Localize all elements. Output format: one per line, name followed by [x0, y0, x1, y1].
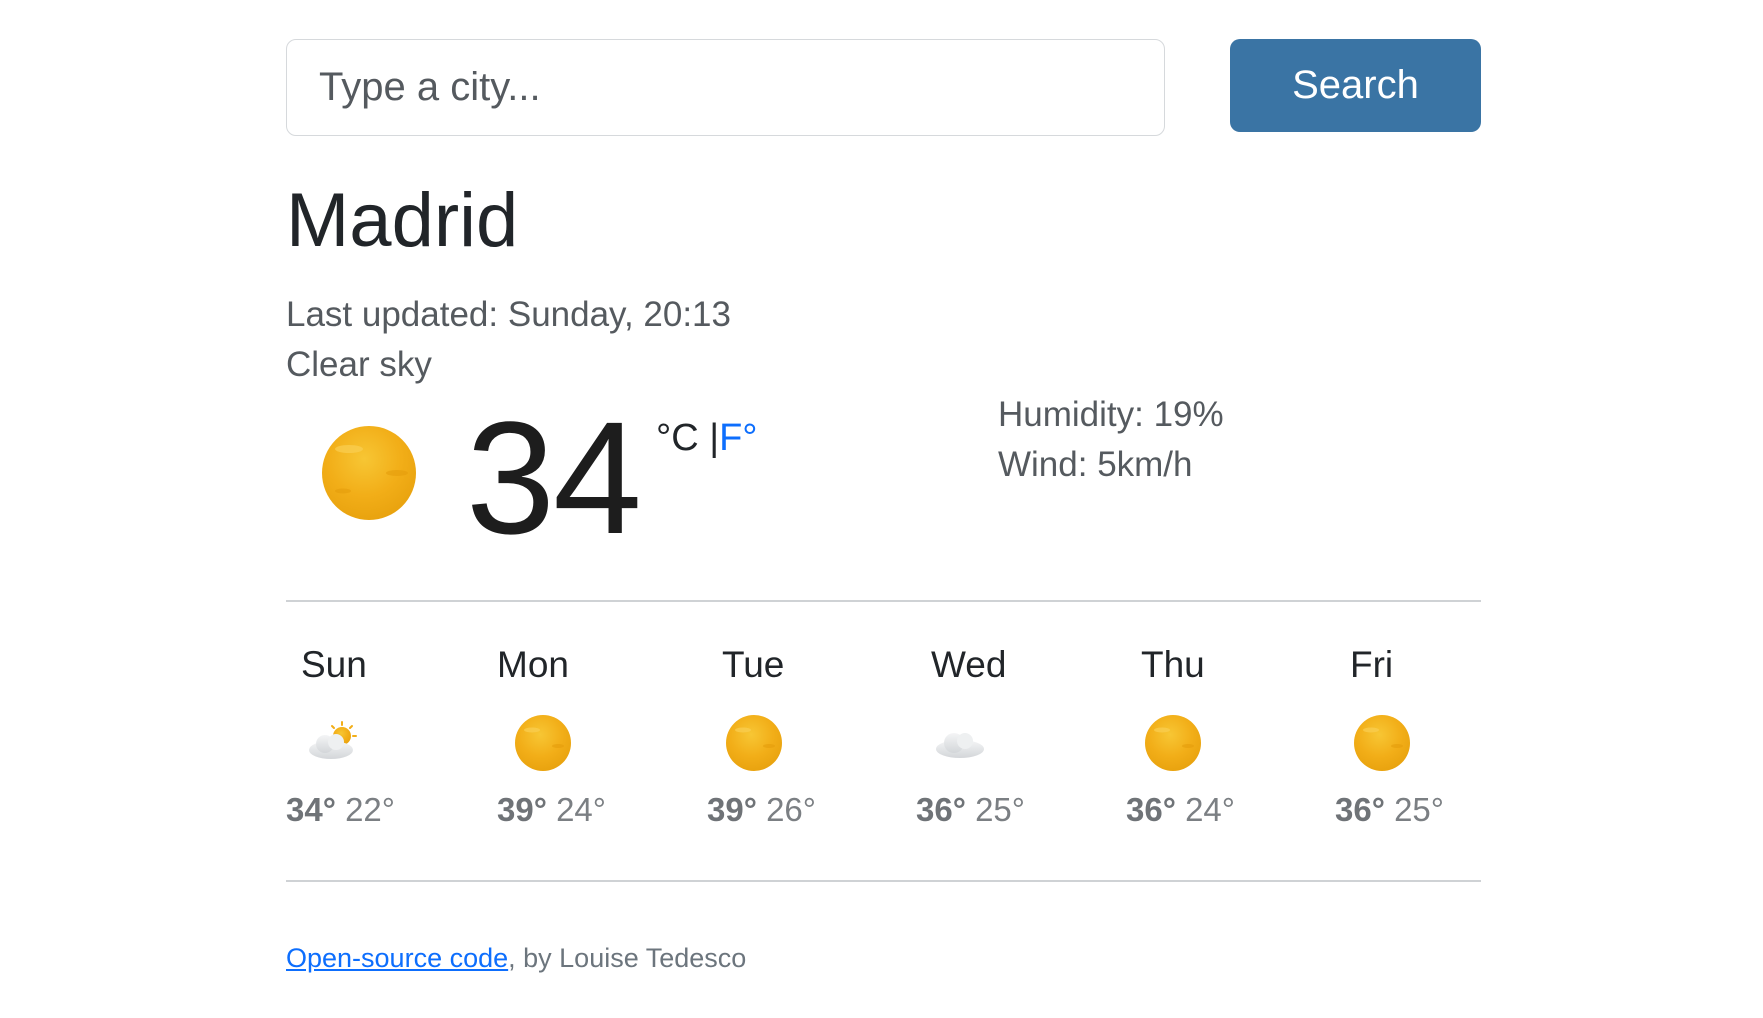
sun-icon [515, 715, 571, 771]
temp-min: 26° [766, 791, 816, 828]
unit-toggle: °C |F° [656, 414, 758, 462]
weather-description: Clear sky [286, 345, 432, 384]
forecast-day-mon: Mon 39° 24° [497, 640, 677, 828]
divider-bottom [286, 880, 1481, 882]
temp-max: 36° [916, 791, 966, 828]
celsius-unit: °C [656, 417, 699, 459]
forecast-day-thu: Thu 36° 24° [1126, 640, 1306, 828]
forecast-temps: 36° 24° [1126, 790, 1235, 830]
temp-min: 22° [345, 791, 395, 828]
forecast: Sun 34° 22° Mon 39° 24° Tue 39° 26° Wed … [286, 640, 1481, 840]
city-search-input[interactable] [286, 39, 1165, 136]
fahrenheit-link[interactable]: F° [719, 417, 757, 459]
sun-icon [1354, 715, 1410, 771]
open-source-link[interactable]: Open-source code [286, 943, 508, 973]
weather-app: Search Madrid Last updated: Sunday, 20:1… [286, 0, 1481, 1018]
forecast-temps: 36° 25° [916, 790, 1025, 830]
day-name: Mon [497, 644, 569, 685]
author-credit: , by Louise Tedesco [508, 943, 747, 973]
current-temperature: 34 [466, 388, 642, 567]
weather-meta: Last updated: Sunday, 20:13 Clear sky [286, 290, 731, 390]
forecast-temps: 36° 25° [1335, 790, 1444, 830]
temp-min: 24° [1185, 791, 1235, 828]
humidity-text: Humidity: 19% [998, 395, 1224, 434]
last-updated-text: Last updated: Sunday, 20:13 [286, 295, 731, 334]
weather-details: Humidity: 19% Wind: 5km/h [998, 390, 1224, 490]
forecast-temps: 39° 26° [707, 790, 816, 830]
day-name: Fri [1350, 644, 1394, 685]
day-name: Thu [1141, 644, 1205, 685]
cloud-icon [936, 733, 984, 758]
forecast-day-tue: Tue 39° 26° [707, 640, 887, 828]
sun-icon [1145, 715, 1201, 771]
sun-icon [726, 715, 782, 771]
day-name: Wed [931, 644, 1007, 685]
forecast-day-sun: Sun 34° 22° [286, 640, 466, 828]
temp-min: 24° [556, 791, 606, 828]
temp-max: 36° [1126, 791, 1176, 828]
divider-top [286, 600, 1481, 602]
temp-max: 39° [497, 791, 547, 828]
forecast-temps: 34° 22° [286, 790, 395, 830]
day-name: Sun [301, 644, 367, 685]
day-name: Tue [722, 644, 785, 685]
wind-text: Wind: 5km/h [998, 445, 1193, 484]
search-button[interactable]: Search [1230, 39, 1481, 132]
unit-separator: | [709, 417, 720, 459]
sun-icon [322, 426, 416, 520]
forecast-temps: 39° 24° [497, 790, 606, 830]
temp-min: 25° [1394, 791, 1444, 828]
temp-min: 25° [975, 791, 1025, 828]
partly-cloudy-icon [309, 721, 357, 759]
forecast-day-fri: Fri 36° 25° [1335, 640, 1515, 828]
temp-max: 36° [1335, 791, 1385, 828]
temp-max: 34° [286, 791, 336, 828]
footer: Open-source code, by Louise Tedesco [286, 940, 746, 976]
temp-max: 39° [707, 791, 757, 828]
city-name: Madrid [286, 178, 519, 263]
forecast-day-wed: Wed 36° 25° [916, 640, 1096, 828]
